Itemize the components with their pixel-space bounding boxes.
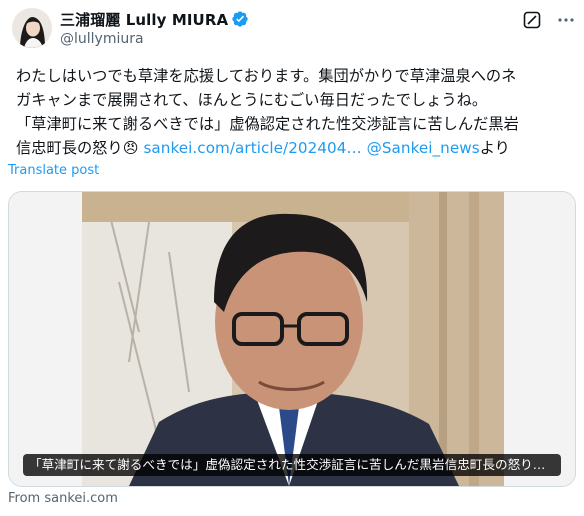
tweet-text-line: わたしはいつでも草津を応援しております。集団がかりで草津温泉へのネ	[16, 67, 517, 85]
tweet-text-line: 「草津町に来て謝るべきでは」虚偽認定された性交渉証言に苦しんだ黒岩	[16, 115, 519, 133]
profile-photo	[12, 8, 52, 48]
author-handle[interactable]: @lullymiura	[60, 31, 144, 47]
avatar[interactable]	[12, 8, 52, 48]
translate-post-link[interactable]: Translate post	[8, 163, 99, 178]
article-link[interactable]: sankei.com/article/202404…	[143, 139, 361, 157]
card-caption: 「草津町に来て謝るべきでは」虚偽認定された性交渉証言に苦しんだ黒岩信忠町長の怒り…	[23, 454, 561, 476]
tweet-text-fragment: より	[479, 139, 510, 157]
card-source[interactable]: From sankei.com	[8, 491, 118, 506]
verified-badge-icon	[232, 11, 248, 27]
tweet-text-line: ガキャンまで展開されて、ほんとうにむごい毎日だったでしょうね。	[16, 91, 488, 109]
article-photo	[9, 192, 575, 486]
tweet-text: わたしはいつでも草津を応援しております。集団がかりで草津温泉へのネ ガキャンまで…	[16, 64, 576, 160]
grok-icon[interactable]	[522, 10, 542, 30]
author-name-row[interactable]: 三浦瑠麗 Lully MIURA	[60, 9, 249, 29]
mention-link[interactable]: @Sankei_news	[367, 139, 480, 157]
tweet-text-fragment: 信忠町長の怒り	[16, 139, 123, 157]
tweet-text-line: 信忠町長の怒り😠 sankei.com/article/202404… @San…	[16, 136, 576, 160]
more-options-icon[interactable]	[556, 10, 576, 30]
angry-face-emoji: 😠	[122, 139, 139, 157]
author-display-name[interactable]: 三浦瑠麗 Lully MIURA	[60, 9, 228, 30]
link-preview-card[interactable]: 「草津町に来て謝るべきでは」虚偽認定された性交渉証言に苦しんだ黒岩信忠町長の怒り…	[8, 191, 576, 487]
